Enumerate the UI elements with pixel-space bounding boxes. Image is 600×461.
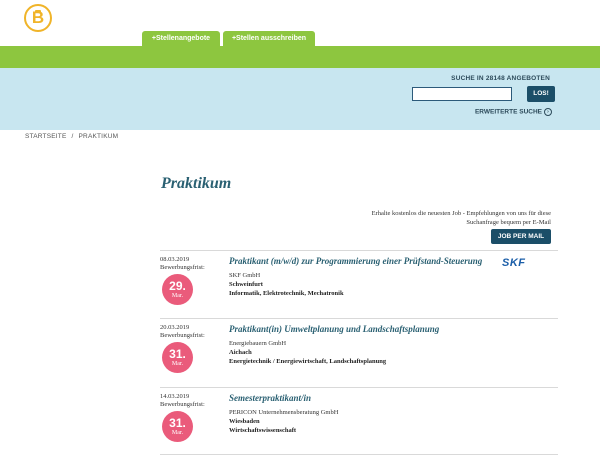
breadcrumb: STARTSEITE / PRAKTIKUM bbox=[25, 133, 118, 140]
posting-date: 20.03.2019 bbox=[160, 324, 190, 331]
deadline-month: Mar. bbox=[171, 430, 184, 436]
chevron-right-circle-icon: › bbox=[544, 108, 552, 116]
job-per-mail-button[interactable]: JOB PER MAIL bbox=[491, 229, 551, 244]
tab-stellenangebote[interactable]: +Stellenangebote bbox=[142, 31, 220, 46]
page-title: Praktikum bbox=[161, 175, 232, 192]
advanced-search-link[interactable]: ERWEITERTE SUCHE › bbox=[475, 108, 552, 116]
company-name: SKF GmbH bbox=[229, 272, 261, 279]
breadcrumb-home[interactable]: STARTSEITE bbox=[25, 133, 67, 140]
breadcrumb-separator: / bbox=[71, 133, 74, 140]
search-label: SUCHE IN 28148 ANGEBOTEN bbox=[451, 75, 550, 82]
job-city: Wiesbaden bbox=[229, 418, 260, 425]
green-nav-band bbox=[0, 46, 600, 68]
deadline-month: Mar. bbox=[171, 293, 184, 299]
search-input[interactable] bbox=[412, 87, 512, 101]
job-listing: 08.03.2019 Bewerbungsfrist: 29. Mar. Pra… bbox=[160, 250, 558, 315]
posting-date: 14.03.2019 bbox=[160, 393, 190, 400]
logo-letter: B bbox=[31, 8, 45, 27]
job-date-block: 20.03.2019 Bewerbungsfrist: bbox=[160, 324, 205, 340]
advanced-search-label: ERWEITERTE SUCHE bbox=[474, 108, 542, 116]
breadcrumb-current: PRAKTIKUM bbox=[78, 133, 119, 140]
posting-date: 08.03.2019 bbox=[160, 256, 190, 263]
job-title-link[interactable]: Praktikant (m/w/d) zur Programmierung ei… bbox=[229, 256, 482, 266]
deadline-day: 31. bbox=[169, 416, 186, 430]
job-listing: 14.03.2019 Bewerbungsfrist: 31. Mar. Sem… bbox=[160, 387, 558, 455]
job-alert-text: Erhalte kostenlos die neuesten Job - Emp… bbox=[371, 210, 551, 226]
deadline-badge: 29. Mar. bbox=[162, 274, 193, 305]
job-title-link[interactable]: Praktikant(in) Umweltplanung und Landsch… bbox=[229, 324, 439, 334]
job-city: Schweinfurt bbox=[229, 281, 263, 288]
deadline-day: 31. bbox=[169, 347, 186, 361]
company-name: Energiebauern GmbH bbox=[229, 340, 287, 347]
company-logo[interactable]: SKF bbox=[502, 257, 526, 269]
job-field: Energietechnik / Energiewirtschaft, Land… bbox=[229, 358, 387, 365]
tab-stellen-ausschreiben[interactable]: +Stellen ausschreiben bbox=[223, 31, 315, 46]
deadline-badge: 31. Mar. bbox=[162, 411, 193, 442]
job-date-block: 08.03.2019 Bewerbungsfrist: bbox=[160, 256, 205, 272]
deadline-badge: 31. Mar. bbox=[162, 342, 193, 373]
site-logo[interactable]: B bbox=[24, 4, 52, 32]
job-listing: 20.03.2019 Bewerbungsfrist: 31. Mar. Pra… bbox=[160, 318, 558, 383]
deadline-month: Mar. bbox=[171, 361, 184, 367]
deadline-label: Bewerbungsfrist: bbox=[160, 332, 205, 339]
search-button[interactable]: LOS! bbox=[527, 86, 555, 102]
deadline-label: Bewerbungsfrist: bbox=[160, 401, 205, 408]
company-name: PERICON Unternehmensberatung GmbH bbox=[229, 409, 339, 416]
deadline-label: Bewerbungsfrist: bbox=[160, 264, 205, 271]
job-title-link[interactable]: Semesterpraktikant/in bbox=[229, 393, 311, 403]
job-date-block: 14.03.2019 Bewerbungsfrist: bbox=[160, 393, 205, 409]
job-field: Wirtschaftswissenschaft bbox=[229, 427, 297, 434]
deadline-day: 29. bbox=[169, 279, 186, 293]
job-city: Aichach bbox=[229, 349, 252, 356]
job-field: Informatik, Elektrotechnik, Mechatronik bbox=[229, 290, 344, 297]
